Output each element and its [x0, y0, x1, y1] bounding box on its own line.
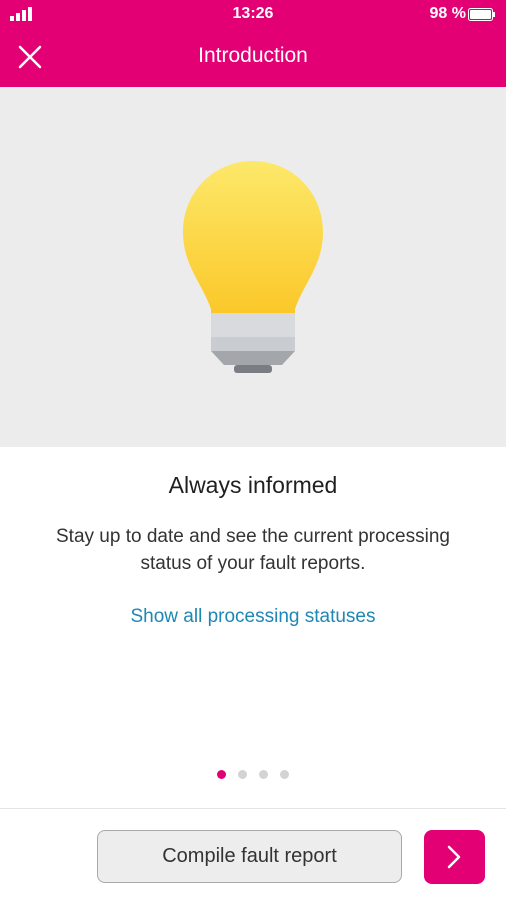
- nav-bar: Introduction: [0, 28, 506, 87]
- headline: Always informed: [168, 472, 338, 498]
- next-button[interactable]: [424, 830, 485, 884]
- description-text: Stay up to date and see the current proc…: [56, 526, 450, 574]
- battery-percentage: 98 %: [429, 5, 466, 22]
- footer-divider: [0, 808, 506, 809]
- status-bar: 13:26 98 %: [0, 0, 506, 28]
- chevron-right-icon: [447, 845, 461, 869]
- page-dot-4[interactable]: [280, 770, 289, 779]
- compile-fault-report-button[interactable]: Compile fault report: [97, 830, 402, 883]
- hero-illustration: [0, 87, 506, 447]
- page-dot-3[interactable]: [259, 770, 268, 779]
- show-statuses-link[interactable]: Show all processing statuses: [0, 606, 506, 628]
- page-indicator: [0, 770, 506, 779]
- page-dot-2[interactable]: [238, 770, 247, 779]
- page-dot-1[interactable]: [217, 770, 226, 779]
- lightbulb-icon: [183, 161, 323, 373]
- page-title: Introduction: [198, 44, 308, 67]
- battery-icon: [468, 8, 496, 26]
